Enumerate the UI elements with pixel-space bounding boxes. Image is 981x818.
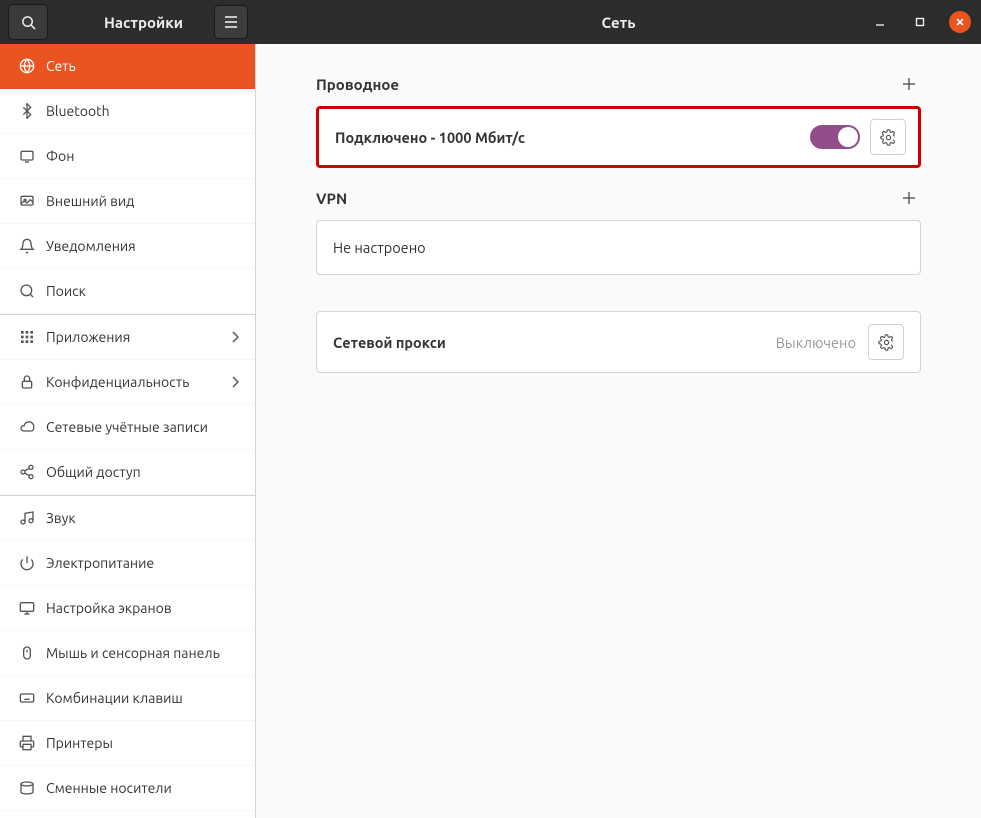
lock-icon [16,374,38,390]
printer-icon [16,735,38,751]
sidebar-item-displays[interactable]: Настройка экранов [0,586,255,631]
sidebar-item-label: Звук [46,510,76,526]
vpn-section-header: VPN [316,186,921,210]
share-icon [16,464,38,480]
sidebar-item-search[interactable]: Поиск [0,269,255,314]
gear-icon [878,334,895,351]
sidebar-item-share[interactable]: Общий доступ [0,450,255,495]
sidebar-item-cloud[interactable]: Сетевые учётные записи [0,405,255,450]
hamburger-menu-button[interactable] [214,5,248,39]
wired-add-button[interactable] [897,72,921,96]
close-icon [955,17,965,27]
sidebar-item-label: Мышь и сенсорная панель [46,645,220,661]
sidebar-item-appearance[interactable]: Внешний вид [0,179,255,224]
vpn-section-title: VPN [316,190,347,207]
sidebar-item-label: Bluetooth [46,103,110,119]
removable-icon [16,780,38,796]
sidebar-item-lock[interactable]: Конфиденциальность [0,360,255,405]
wired-section-title: Проводное [316,76,399,93]
vpn-status-label: Не настроено [333,239,426,256]
wired-status-label: Подключено - 1000 Мбит/с [335,129,525,146]
bell-icon [16,238,38,254]
sidebar-item-mouse[interactable]: Мышь и сенсорная панель [0,631,255,676]
sidebar-item-label: Внешний вид [46,193,134,209]
sidebar-item-label: Общий доступ [46,464,141,480]
wired-settings-button[interactable] [870,119,906,155]
sidebar-item-printer[interactable]: Принтеры [0,721,255,766]
content: Сеть Bluetooth Фон Внешний вид Уведомления По… [0,44,981,818]
cloud-icon [16,419,38,435]
sidebar-item-label: Конфиденциальность [46,374,189,390]
wired-connection-row: Подключено - 1000 Мбит/с [316,106,921,168]
sidebar-item-label: Фон [46,148,74,164]
sidebar-item-label: Сетевые учётные записи [46,419,208,435]
sidebar-item-keyboard[interactable]: Комбинации клавиш [0,676,255,721]
titlebar-left: Настройки [0,0,183,44]
search-button[interactable] [8,4,48,40]
proxy-settings-button[interactable] [868,324,904,360]
gear-icon [880,129,897,146]
hamburger-icon [224,16,238,28]
settings-window: Настройки Сеть Сеть Bluetooth Фон Внешний в… [0,0,981,818]
window-title: Сеть [601,14,635,31]
maximize-icon [915,17,925,27]
sidebar-item-background[interactable]: Фон [0,134,255,179]
sidebar-item-apps[interactable]: Приложения [0,315,255,360]
globe-icon [16,58,38,74]
mouse-icon [16,645,38,661]
sidebar-item-sound[interactable]: Звук [0,496,255,541]
sidebar-item-label: Настройка экранов [46,600,172,616]
sidebar-item-label: Уведомления [46,238,136,254]
sidebar-item-bell[interactable]: Уведомления [0,224,255,269]
sidebar-item-label: Приложения [46,329,130,345]
wired-section-header: Проводное [316,72,921,96]
background-icon [16,148,38,164]
window-controls [869,11,971,33]
sidebar-item-label: Сменные носители [46,780,172,796]
sidebar-item-label: Электропитание [46,555,154,571]
apps-icon [16,329,38,345]
sidebar-item-label: Комбинации клавиш [46,690,183,706]
sidebar-item-label: Поиск [46,283,86,299]
search-icon [21,15,36,30]
toggle-knob [838,127,858,147]
sidebar-item-removable[interactable]: Сменные носители [0,766,255,811]
minimize-icon [875,17,885,27]
plus-icon [902,77,916,91]
proxy-title: Сетевой прокси [333,334,446,351]
chevron-right-icon [231,375,239,389]
bluetooth-icon [16,103,38,119]
sidebar-item-globe[interactable]: Сеть [0,44,255,89]
vpn-add-button[interactable] [897,186,921,210]
chevron-right-icon [231,330,239,344]
plus-icon [902,191,916,205]
power-icon [16,555,38,571]
proxy-row: Сетевой прокси Выключено [316,311,921,373]
search-icon [16,283,38,299]
minimize-button[interactable] [869,11,891,33]
displays-icon [16,600,38,616]
sound-icon [16,510,38,526]
wired-toggle[interactable] [810,125,860,149]
keyboard-icon [16,690,38,706]
sidebar-title: Настройки [104,14,183,31]
proxy-status-label: Выключено [776,334,856,351]
close-button[interactable] [949,11,971,33]
main-panel: Проводное Подключено - 1000 Мбит/с VPN [256,44,981,818]
sidebar-item-label: Сеть [46,58,76,74]
sidebar: Сеть Bluetooth Фон Внешний вид Уведомления По… [0,44,256,818]
maximize-button[interactable] [909,11,931,33]
sidebar-item-power[interactable]: Электропитание [0,541,255,586]
titlebar: Настройки Сеть [0,0,981,44]
sidebar-item-label: Принтеры [46,735,113,751]
sidebar-item-bluetooth[interactable]: Bluetooth [0,89,255,134]
appearance-icon [16,193,38,209]
vpn-row: Не настроено [316,220,921,275]
